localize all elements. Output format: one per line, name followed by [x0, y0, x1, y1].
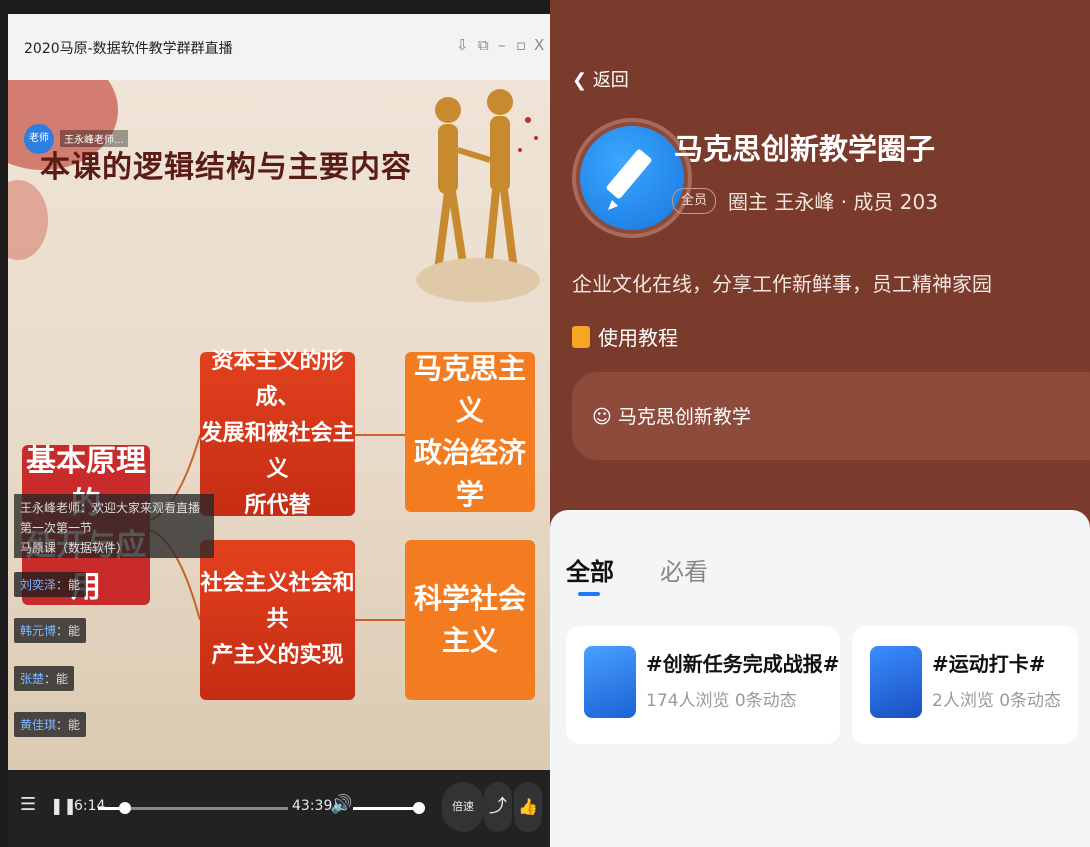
- tutorial-link[interactable]: 使用教程: [572, 322, 678, 351]
- chat-user: 刘奕泽: [20, 578, 57, 592]
- list-icon[interactable]: ☰: [20, 794, 36, 815]
- chat-notice: 王永峰老师：欢迎大家来观看直播 第一次第一节 马原课（数据软件）: [14, 494, 214, 558]
- close-button[interactable]: X: [534, 36, 544, 54]
- circle-page: ❮ 返回 马克思创新教学圈子 全员 圈主 王永峰 · 成员 203 企业文化在线…: [550, 0, 1090, 847]
- window-titlebar: 2020马原-数据软件教学群群直播 ⇩ ⧉ – ▫ X: [8, 14, 550, 80]
- chat-notice-line: 王永峰老师：欢迎大家来观看直播 第一次第一节: [20, 501, 201, 535]
- chat-user: 黄佳琪: [20, 718, 57, 732]
- chat-text: ：能: [56, 718, 81, 732]
- active-tab-indicator: [578, 592, 600, 596]
- pause-button[interactable]: ❚❚: [50, 796, 77, 815]
- pin-icon[interactable]: ⇩: [456, 36, 469, 54]
- circle-description: 企业文化在线，分享工作新鲜事，员工精神家园: [572, 272, 992, 296]
- chat-text: ：能: [44, 672, 69, 686]
- chat-message: 韩元博：能: [14, 618, 87, 643]
- chat-text: ：能: [56, 578, 81, 592]
- box-line: 所代替: [244, 493, 311, 518]
- player-controls: ☰ ❚❚ 6:14 43:39 🔊 倍速 ⤴ 👍: [8, 770, 550, 847]
- total-time: 43:39: [292, 798, 333, 814]
- topic-thumbnail-icon: [870, 646, 922, 718]
- box-line: 发展和被社会主义: [200, 421, 355, 482]
- volume-slider[interactable]: [353, 802, 425, 814]
- chevron-left-icon: ❮: [572, 70, 593, 91]
- chat-message: 刘奕泽：能: [14, 572, 87, 597]
- document-icon: [572, 326, 590, 348]
- maximize-button[interactable]: ▫: [516, 36, 526, 54]
- topic-card[interactable]: #创新任务完成战报# 174人浏览 0条动态: [566, 626, 840, 744]
- box-line: 社会主义社会和共: [200, 571, 355, 632]
- chat-user: 韩元博: [20, 624, 57, 638]
- topic-stats: 174人浏览 0条动态: [646, 691, 797, 711]
- box-line: 政治经济学: [413, 436, 526, 511]
- tab-must-read[interactable]: 必看: [660, 552, 708, 587]
- live-stream-window: 2020马原-数据软件教学群群直播 ⇩ ⧉ – ▫ X 老师 王永峰老师... …: [0, 0, 550, 847]
- circle-avatar: [580, 126, 684, 230]
- slide-box-capitalism: 资本主义的形成、 发展和被社会主义所代替: [200, 349, 355, 518]
- topic-stats: 2人浏览 0条动态: [932, 691, 1062, 711]
- group-chat-entry[interactable]: ☺ 马克思创新教学: [572, 372, 1090, 460]
- chat-message: 黄佳琪：能: [14, 712, 87, 737]
- like-button[interactable]: 👍: [514, 782, 542, 832]
- current-time: 6:14: [74, 798, 106, 814]
- slide-box-political-economy: 马克思主义政治经济学: [405, 352, 535, 512]
- topic-title: #创新任务完成战报#: [646, 652, 840, 676]
- minimize-button[interactable]: –: [498, 36, 506, 54]
- chat-user: 张楚: [20, 672, 45, 686]
- owner-member-info: 圈主 王永峰 · 成员 203: [728, 190, 938, 214]
- slide-box-socialism: 社会主义社会和共产主义的实现: [200, 540, 355, 700]
- progress-slider[interactable]: [98, 802, 288, 814]
- volume-icon[interactable]: 🔊: [330, 794, 352, 815]
- box-line: 马克思主义: [413, 352, 526, 427]
- chat-message: 张楚：能: [14, 666, 75, 691]
- member-tag: 全员: [672, 188, 717, 214]
- chat-bubble-icon: ☺: [592, 406, 618, 428]
- chat-notice-line: 马原课（数据软件）: [20, 541, 129, 555]
- slide-box-scientific-socialism: 科学社会 主义: [405, 540, 535, 700]
- box-line: 产主义的实现: [211, 643, 344, 668]
- chat-text: ：能: [56, 624, 81, 638]
- group-chat-label: ☺ 马克思创新教学: [592, 406, 751, 428]
- circle-name: 马克思创新教学圈子: [674, 132, 936, 166]
- speed-button[interactable]: 倍速: [442, 782, 484, 832]
- presentation-slide: 老师 王永峰老师... 本课的逻辑结构与主要内容 基本原理的延开与应用 资本主义…: [8, 80, 550, 770]
- topic-title: #运动打卡#: [932, 652, 1046, 676]
- topic-card[interactable]: #运动打卡# 2人浏览 0条动态: [852, 626, 1078, 744]
- tutorial-label: 使用教程: [598, 326, 678, 350]
- feed-panel: 全部 必看 #创新任务完成战报# 174人浏览 0条动态 #运动打卡# 2人浏览…: [550, 510, 1090, 847]
- box-line: 科学社会: [413, 582, 526, 615]
- progress-knob[interactable]: [118, 802, 131, 814]
- share-button[interactable]: ⤴: [484, 782, 512, 832]
- back-button[interactable]: ❮ 返回: [572, 66, 629, 92]
- tab-all[interactable]: 全部: [566, 552, 614, 587]
- box-line: 资本主义的形成、: [211, 349, 344, 410]
- box-line: 主义: [441, 624, 498, 657]
- window-title: 2020马原-数据软件教学群群直播: [24, 41, 233, 57]
- back-label: 返回: [592, 70, 629, 91]
- pencil-icon: [606, 149, 652, 210]
- topic-thumbnail-icon: [584, 646, 636, 718]
- copy-icon[interactable]: ⧉: [478, 36, 489, 54]
- volume-knob[interactable]: [413, 802, 425, 814]
